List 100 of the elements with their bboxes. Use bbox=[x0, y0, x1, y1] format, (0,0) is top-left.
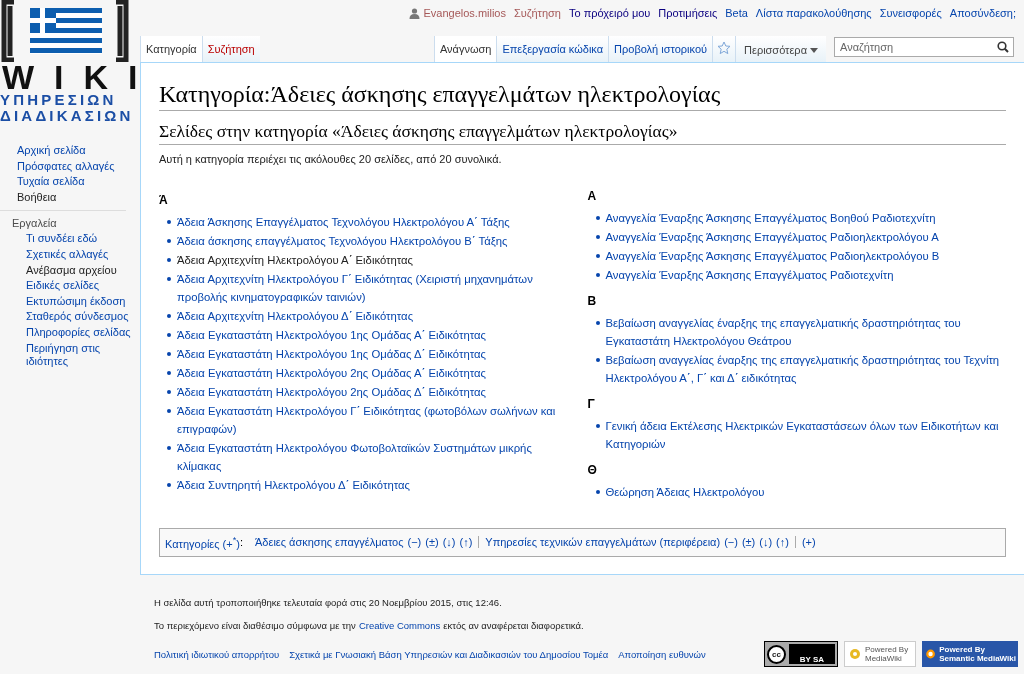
tab[interactable]: Ανάγνωση bbox=[433, 36, 497, 62]
page-link[interactable]: Άδεια Άσκησης Επαγγέλματος Τεχνολόγου Ηλεκτρολόγου Α΄ Τάξης bbox=[177, 213, 510, 231]
personal-link[interactable]: Beta bbox=[725, 7, 748, 19]
summary-text: Αυτή η κατηγορία περιέχει τις ακόλουθες 20 σελίδες, από 20 συνολικά. bbox=[159, 153, 503, 165]
category-action-link[interactable]: (↑) bbox=[459, 536, 473, 549]
page-link[interactable]: Αναγγελία Έναρξης Άσκησης Επαγγέλματος Ραδιοηλεκτρολόγου Α bbox=[605, 228, 939, 246]
logo-wordmark: WIKI bbox=[2, 62, 158, 92]
sidebar-link[interactable]: Πρόσφατες αλλαγές bbox=[17, 159, 126, 174]
flag-logo-icon[interactable] bbox=[0, 0, 130, 62]
add-category-link[interactable]: (+) bbox=[795, 536, 822, 549]
page-link[interactable]: Αναγγελία Έναρξης Άσκησης Επαγγέλματος Ραδιοτεχνίτη bbox=[605, 266, 894, 284]
sidebar-link[interactable]: Περιήγηση στις ιδιότητες bbox=[12, 341, 138, 369]
category-action-link[interactable]: (↓) bbox=[759, 536, 773, 549]
powered-by-badge[interactable]: Powered By Semantic MediaWiki bbox=[922, 641, 1018, 667]
page-link[interactable]: Άδεια άσκησης επαγγέλματος Τεχνολόγου Ηλεκτρολόγου Β΄ Τάξης bbox=[177, 232, 508, 250]
footer-link[interactable]: Πολιτική ιδιωτικού απορρήτου bbox=[154, 648, 280, 660]
page-link[interactable]: Βεβαίωση αναγγελίας έναρξης της επαγγελματικής δραστηριότητας του Τεχνίτη Ηλεκτρολόγου Α΄, Γ΄ και Δ΄ ειδικότητας bbox=[605, 351, 1006, 387]
page-link[interactable]: Άδεια Αρχιτεχνίτη Ηλεκτρολόγου Δ΄ Ειδικότητας bbox=[177, 307, 414, 325]
personal-link[interactable]: Το πρόχειρό μου bbox=[568, 7, 651, 19]
user-icon bbox=[409, 7, 421, 19]
caret-icon[interactable] bbox=[810, 47, 818, 53]
category-action-link[interactable]: (↓) bbox=[442, 536, 456, 549]
more-menu[interactable]: Περισσότερα bbox=[735, 36, 826, 62]
category-action-link[interactable]: (±) bbox=[741, 536, 756, 549]
categories-link[interactable]: Κατηγορίες (+$^{*}$) bbox=[165, 535, 240, 550]
page-link[interactable]: Αναγγελία Έναρξης Άσκησης Επαγγέλματος Βοηθού Ραδιοτεχνίτη bbox=[605, 209, 936, 227]
sidebar-link[interactable]: Βοήθεια bbox=[17, 190, 126, 205]
page-link[interactable]: Άδεια Εγκαταστάτη Ηλεκτρολόγου 1ης Ομάδας Α΄ Ειδικότητας bbox=[177, 326, 486, 344]
personal-link[interactable]: Αποσύνδεση; bbox=[949, 7, 1016, 19]
tab[interactable]: Προβολή ιστορικού bbox=[608, 36, 713, 62]
bullet-icon bbox=[167, 446, 171, 450]
bullet-icon bbox=[167, 258, 171, 262]
page-link[interactable]: Άδεια Εγκαταστάτη Ηλεκτρολόγου Γ΄ Ειδικότητας (φωτοβόλων σωλήνων και επιγραφών) bbox=[177, 402, 578, 438]
page-title: Κατηγορία:Άδειες άσκησης επαγγελμάτων ηλεκτρολογίας bbox=[159, 81, 1006, 111]
page-link[interactable]: Άδεια Συντηρητή Ηλεκτρολόγου Δ΄ Ειδικότητας bbox=[177, 476, 410, 494]
search-field[interactable]: Αναζήτηση bbox=[834, 37, 1014, 57]
page-link[interactable]: Άδεια Αρχιτεχνίτη Ηλεκτρολόγου Γ΄ Ειδικότητας (Χειριστή μηχανημάτων προβολής κινηματογραφικών ταινιών) bbox=[177, 270, 578, 306]
page-link[interactable]: Βεβαίωση αναγγελίας έναρξης της επαγγελματικής δραστηριότητας του Εγκαταστάτη Ηλεκτρολόγου Θεάτρου bbox=[605, 314, 1006, 350]
sidebar-link[interactable]: Πληροφορίες σελίδας bbox=[12, 325, 138, 340]
bullet-icon bbox=[595, 424, 600, 428]
letter-heading: Β bbox=[587, 294, 598, 308]
personal-link[interactable]: Συνεισφορές bbox=[879, 7, 942, 19]
page-link[interactable]: Γενική άδεια Εκτέλεσης Ηλεκτρικών Εγκαταστάσεων όλων των Ειδικοτήτων και Κατηγοριών bbox=[605, 417, 1006, 453]
footer-link[interactable]: Σχετικά με Γνωσιακή Βάση Υπηρεσιών και Διαδικασιών του Δημοσίου Τομέα bbox=[289, 648, 609, 660]
letter-heading: Α bbox=[587, 189, 598, 203]
section-heading: Σελίδες στην κατηγορία «Άδειες άσκησης επαγγελμάτων ηλεκτρολογίας» bbox=[159, 121, 1006, 145]
tab[interactable]: Συζήτηση bbox=[201, 36, 260, 62]
portlet-heading: Εργαλεία bbox=[12, 217, 58, 230]
bullet-icon bbox=[167, 333, 171, 337]
bullet-icon bbox=[595, 254, 600, 258]
bullet-icon bbox=[595, 321, 600, 325]
sidebar-link[interactable]: Αρχική σελίδα bbox=[17, 144, 126, 158]
last-modified-text: Η σελίδα αυτή τροποποιήθηκε τελευταία φορά στις 20 Νοεμβρίου 2015, στις 12:46. bbox=[154, 597, 503, 608]
bullet-icon bbox=[167, 390, 171, 394]
category-action-link[interactable]: (↑) bbox=[776, 536, 789, 549]
sidebar-link[interactable]: Σταθερός σύνδεσμος bbox=[12, 310, 138, 324]
category-link[interactable]: Υπηρεσίες τεχνικών επαγγελμάτων (περιφέρεια) bbox=[485, 536, 721, 549]
bullet-icon bbox=[595, 216, 600, 220]
sidebar-link[interactable]: Ειδικές σελίδες bbox=[12, 279, 138, 293]
bullet-icon bbox=[167, 352, 171, 356]
letter-heading: Γ bbox=[587, 397, 596, 411]
bullet-icon bbox=[167, 371, 171, 375]
page-link[interactable]: Άδεια Εγκαταστάτη Ηλεκτρολόγου 1ης Ομάδας Δ΄ Ειδικότητας bbox=[177, 345, 486, 363]
colon-text: : bbox=[239, 536, 243, 549]
sidebar-link[interactable]: Εκτυπώσιμη έκδοση bbox=[12, 294, 138, 309]
search-icon[interactable] bbox=[997, 41, 1009, 53]
personal-link[interactable]: Λίστα παρακολούθησης bbox=[755, 7, 872, 19]
category-action-link[interactable]: (−) bbox=[724, 536, 738, 549]
tab[interactable]: Επεξεργασία κώδικα bbox=[496, 36, 609, 62]
bullet-icon bbox=[167, 277, 171, 281]
logo-subtitle: ΔΙΑΔΙΚΑΣΙΩΝ bbox=[0, 108, 134, 124]
page-link[interactable]: Άδεια Εγκαταστάτη Ηλεκτρολόγου 2ης Ομάδας Α΄ Ειδικότητας bbox=[177, 364, 486, 382]
license-badge[interactable]: cc BY SA bbox=[764, 641, 838, 667]
powered-by-badge[interactable]: Powered By MediaWiki bbox=[844, 641, 916, 667]
tab[interactable]: Κατηγορία bbox=[140, 36, 202, 62]
bullet-icon bbox=[595, 235, 600, 239]
personal-link[interactable]: Συζήτηση bbox=[514, 7, 561, 19]
license-text: Το περιεχόμενο είναι διαθέσιμο σύμφωνα με την bbox=[154, 620, 356, 631]
license-link[interactable]: Creative Commons bbox=[358, 620, 441, 631]
sidebar-link[interactable]: Τι συνδέει εδώ bbox=[12, 232, 138, 246]
category-action-link[interactable]: (−) bbox=[407, 536, 422, 549]
page-link[interactable]: Άδεια Εγκαταστάτη Ηλεκτρολόγου Φωτοβολταϊκών Συστημάτων μικρής κλίμακας bbox=[177, 439, 578, 475]
page-link[interactable]: Θεώρηση Άδειας Ηλεκτρολόγου bbox=[605, 483, 765, 501]
license-text: εκτός αν αναφέρεται διαφορετικά. bbox=[443, 620, 584, 631]
bullet-icon bbox=[595, 358, 600, 362]
sidebar-link[interactable]: Σχετικές αλλαγές bbox=[12, 247, 138, 262]
page-link[interactable]: Άδεια Εγκαταστάτη Ηλεκτρολόγου 2ης Ομάδας Δ΄ Ειδικότητας bbox=[177, 383, 486, 401]
letter-heading: Θ bbox=[587, 463, 598, 477]
page-link[interactable]: Άδεια Αρχιτεχνίτη Ηλεκτρολόγου Α΄ Ειδικότητας bbox=[177, 251, 414, 269]
footer-link[interactable]: Αποποίηση ευθυνών bbox=[618, 648, 706, 660]
sidebar-link[interactable]: Ανέβασμα αρχείου bbox=[12, 263, 138, 278]
personal-link[interactable]: Προτιμήσεις bbox=[658, 7, 718, 19]
letter-heading: Ά bbox=[159, 193, 169, 207]
page-link[interactable]: Αναγγελία Έναρξης Άσκησης Επαγγέλματος Ραδιοηλεκτρολόγου Β bbox=[605, 247, 940, 265]
bullet-icon bbox=[595, 273, 600, 277]
category-action-link[interactable]: (±) bbox=[425, 536, 439, 549]
bullet-icon bbox=[167, 220, 171, 224]
personal-link[interactable]: Evangelos.milios bbox=[423, 7, 506, 19]
sidebar-link[interactable]: Τυχαία σελίδα bbox=[17, 175, 126, 189]
category-link[interactable]: Άδειες άσκησης επαγγέλματος bbox=[255, 536, 404, 549]
